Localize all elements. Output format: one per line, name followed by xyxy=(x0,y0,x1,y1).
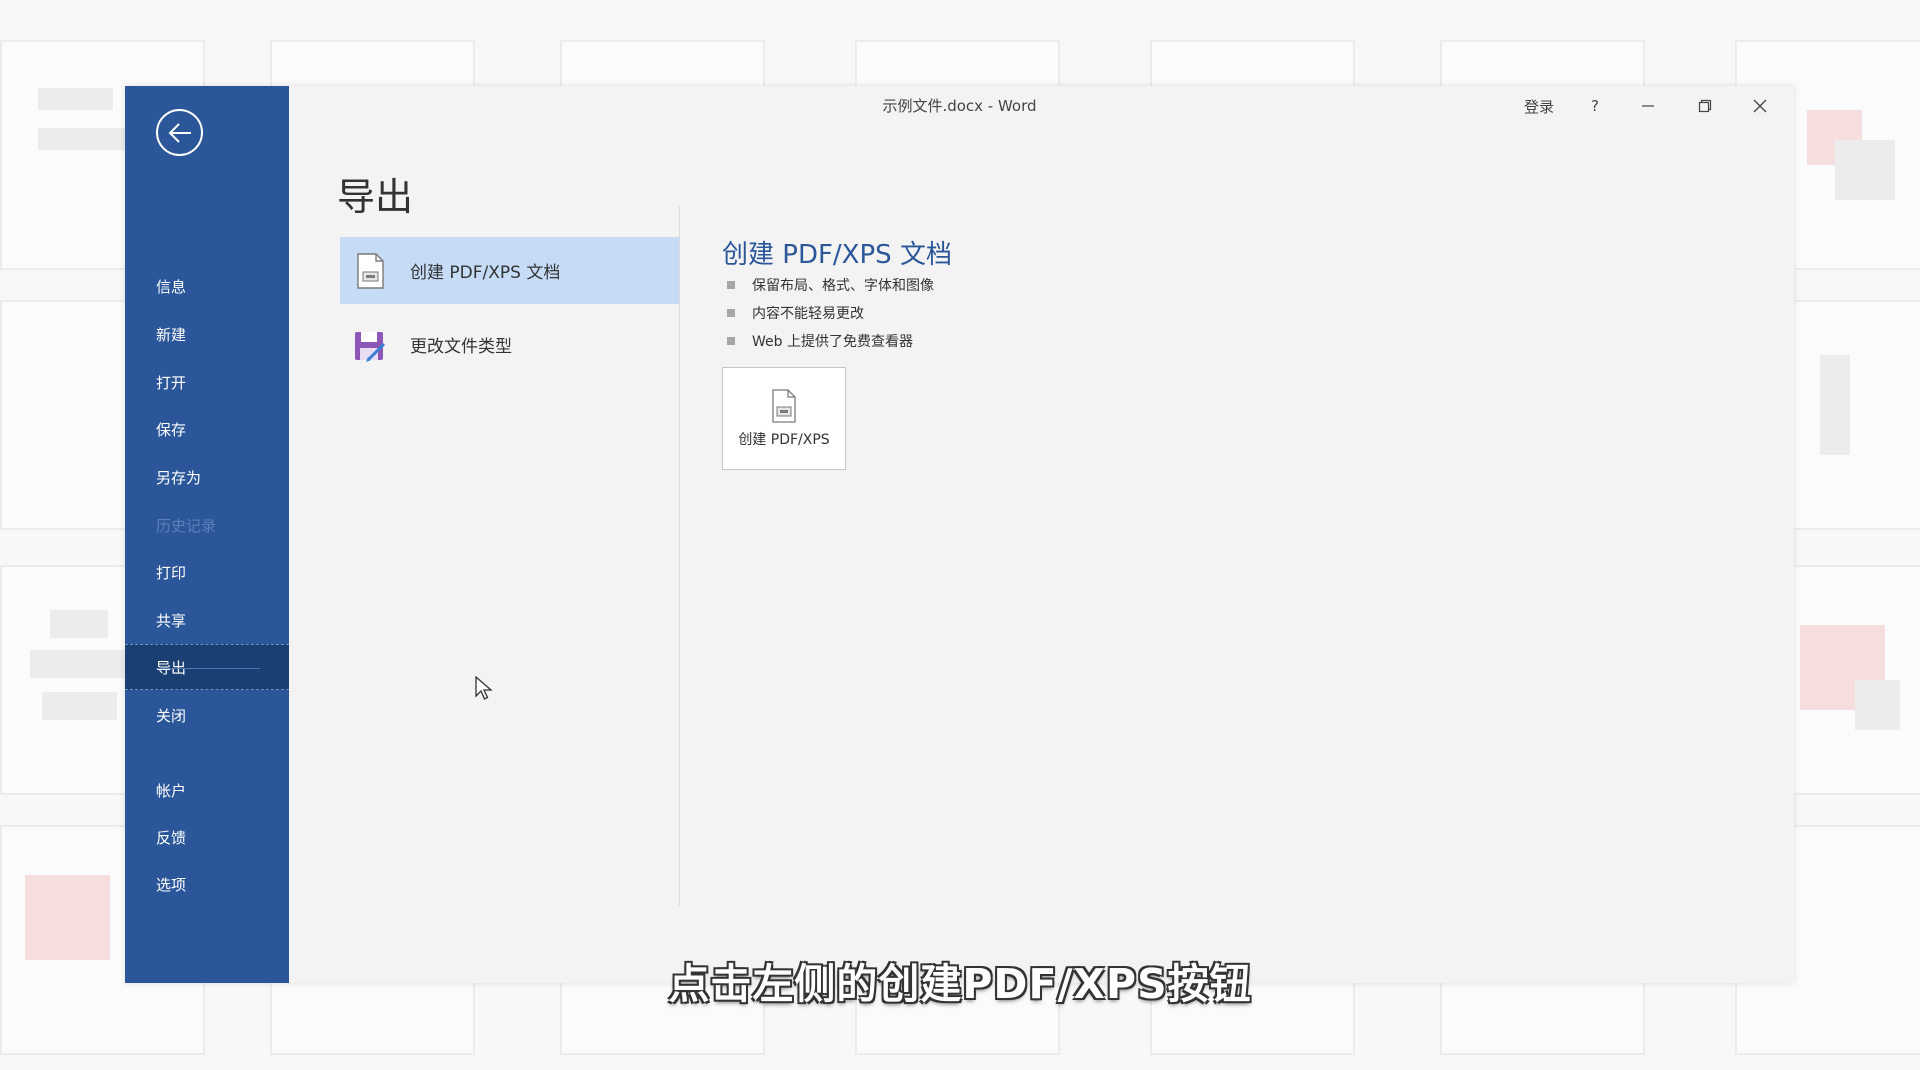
sidebar-item-share[interactable]: 共享 xyxy=(125,597,289,643)
back-arrow-icon xyxy=(168,122,191,143)
help-button[interactable]: ? xyxy=(1577,92,1613,120)
detail-title: 创建 PDF/XPS 文档 xyxy=(722,240,952,270)
sidebar-divider xyxy=(156,668,260,669)
change-file-type-icon xyxy=(352,326,388,364)
sidebar-item-export[interactable]: 导出 xyxy=(125,644,289,690)
detail-bullet: 内容不能轻易更改 xyxy=(727,303,864,323)
sidebar-item-print[interactable]: 打印 xyxy=(125,549,289,595)
pdf-document-icon xyxy=(772,388,796,423)
sidebar-item-close[interactable]: 关闭 xyxy=(125,692,289,738)
sidebar-item-options[interactable]: 选项 xyxy=(125,861,289,907)
close-icon xyxy=(1753,99,1767,113)
restore-button[interactable] xyxy=(1685,92,1725,120)
minimize-icon xyxy=(1642,105,1654,107)
sidebar-item-save[interactable]: 保存 xyxy=(125,406,289,452)
restore-icon xyxy=(1698,99,1712,113)
pane-divider xyxy=(679,206,680,906)
minimize-button[interactable] xyxy=(1628,92,1668,120)
create-pdf-xps-button-label: 创建 PDF/XPS xyxy=(738,431,830,448)
signin-button[interactable]: 登录 xyxy=(1517,92,1561,120)
option-label: 创建 PDF/XPS 文档 xyxy=(410,263,561,283)
back-button[interactable] xyxy=(156,109,203,156)
backstage-sidebar: 信息 新建 打开 保存 另存为 历史记录 打印 共享 导出 关闭 帐户 反馈 选… xyxy=(125,86,289,983)
page-title: 导出 xyxy=(337,175,414,219)
video-subtitle: 点击左侧的创建PDF/XPS按钮 xyxy=(668,960,1252,1008)
close-button[interactable] xyxy=(1740,92,1780,120)
option-label: 更改文件类型 xyxy=(410,337,512,357)
sidebar-item-open[interactable]: 打开 xyxy=(125,359,289,405)
pdf-document-icon xyxy=(352,252,388,290)
create-pdf-xps-button[interactable]: 创建 PDF/XPS xyxy=(722,367,846,470)
option-create-pdf-xps[interactable]: 创建 PDF/XPS 文档 xyxy=(340,237,680,304)
sidebar-item-info[interactable]: 信息 xyxy=(125,263,289,309)
option-change-file-type[interactable]: 更改文件类型 xyxy=(340,311,680,378)
sidebar-item-save-as[interactable]: 另存为 xyxy=(125,454,289,500)
mouse-cursor-icon xyxy=(475,676,493,700)
sidebar-item-feedback[interactable]: 反馈 xyxy=(125,814,289,860)
sidebar-item-account[interactable]: 帐户 xyxy=(125,767,289,813)
word-backstage-window: 信息 新建 打开 保存 另存为 历史记录 打印 共享 导出 关闭 帐户 反馈 选… xyxy=(125,86,1794,983)
detail-bullet: 保留布局、格式、字体和图像 xyxy=(727,275,934,295)
sidebar-item-new[interactable]: 新建 xyxy=(125,311,289,357)
detail-bullet: Web 上提供了免费查看器 xyxy=(727,331,913,351)
sidebar-item-history: 历史记录 xyxy=(156,516,217,535)
